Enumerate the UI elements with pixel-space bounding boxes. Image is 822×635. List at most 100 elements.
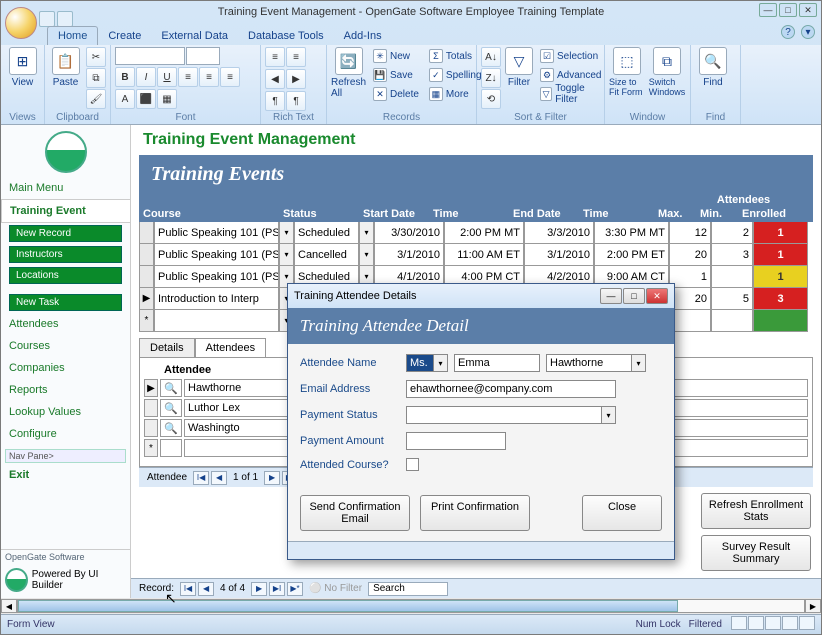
sidebar-item-reports[interactable]: Reports	[1, 379, 130, 401]
minimize-button[interactable]: —	[759, 3, 777, 17]
table-row[interactable]: Public Speaking 101 (PS1▾Cancelled▾3/1/2…	[139, 244, 813, 266]
table-row[interactable]: Public Speaking 101 (PS1▾Scheduled▾3/30/…	[139, 222, 813, 244]
col-enrolled[interactable]: Enrolled	[738, 206, 793, 222]
delete-record-button[interactable]: ✕Delete	[370, 85, 422, 103]
sidebar-item-courses[interactable]: Courses	[1, 335, 130, 357]
nav-next-icon[interactable]: ▶	[251, 582, 267, 596]
col-end[interactable]: End Date	[509, 206, 579, 222]
email-field[interactable]	[406, 380, 616, 398]
fill-color-icon[interactable]: ⬛	[136, 89, 156, 109]
nav-prev-icon[interactable]: ◀	[211, 471, 227, 485]
dropdown-icon[interactable]: ▾	[434, 354, 448, 372]
sidebar-item-companies[interactable]: Companies	[1, 357, 130, 379]
nav-new-icon[interactable]: ▶*	[287, 582, 303, 596]
nav-first-icon[interactable]: I◀	[193, 471, 209, 485]
col-time2[interactable]: Time	[579, 206, 654, 222]
refresh-all-button[interactable]: 🔄Refresh All	[331, 47, 366, 99]
sidebar-btn-instructors[interactable]: Instructors	[9, 246, 122, 263]
new-record-button[interactable]: ✳New	[370, 47, 422, 65]
sidebar-btn-locations[interactable]: Locations	[9, 267, 122, 284]
italic-icon[interactable]: I	[136, 67, 156, 87]
col-max[interactable]: Max.	[654, 206, 696, 222]
find-button[interactable]: 🔍Find	[695, 47, 731, 88]
close-button[interactable]: ✕	[799, 3, 817, 17]
col-time1[interactable]: Time	[429, 206, 509, 222]
toggle-filter-button[interactable]: ▽Toggle Filter	[537, 85, 604, 103]
firstname-field[interactable]	[454, 354, 540, 372]
ribbon-minimize-icon[interactable]: ▾	[801, 25, 815, 39]
sidebar-btn-newtask[interactable]: New Task	[9, 294, 122, 311]
payment-status-field[interactable]	[406, 406, 602, 424]
sidebar-item-trainingevent[interactable]: Training Event	[1, 199, 130, 223]
col-start[interactable]: Start Date	[359, 206, 429, 222]
sidebar-item-configure[interactable]: Configure	[1, 423, 130, 445]
tab-create[interactable]: Create	[98, 27, 151, 45]
subtab-attendees[interactable]: Attendees	[195, 338, 267, 357]
dialog-close-btn[interactable]: Close	[582, 495, 662, 531]
dropdown-icon[interactable]: ▾	[632, 354, 646, 372]
subtab-details[interactable]: Details	[139, 338, 195, 357]
tab-external-data[interactable]: External Data	[151, 27, 238, 45]
tab-home[interactable]: Home	[47, 26, 98, 45]
sidebar-exit[interactable]: Exit	[1, 465, 130, 485]
font-color-icon[interactable]: A	[115, 89, 135, 109]
attended-checkbox[interactable]	[406, 458, 419, 471]
dropdown-icon[interactable]: ▾	[602, 406, 616, 424]
nav-last-icon[interactable]: ▶I	[269, 582, 285, 596]
paste-button[interactable]: 📋Paste	[49, 47, 82, 88]
col-status[interactable]: Status	[279, 206, 359, 222]
filter-button[interactable]: ▽Filter	[505, 47, 533, 88]
underline-icon[interactable]: U	[157, 67, 177, 87]
outer-search-input[interactable]: Search	[368, 582, 448, 596]
bold-icon[interactable]: B	[115, 67, 135, 87]
cut-icon[interactable]: ✂	[86, 47, 106, 67]
col-course[interactable]: Course	[139, 206, 279, 222]
spelling-button[interactable]: ✓Spelling	[426, 66, 485, 84]
sort-asc-icon[interactable]: A↓	[481, 47, 501, 67]
advanced-button[interactable]: ⚙Advanced	[537, 66, 604, 84]
tab-addins[interactable]: Add-Ins	[334, 27, 392, 45]
navpane-toggle[interactable]: Nav Pane>	[5, 449, 126, 463]
nav-first-icon[interactable]: I◀	[180, 582, 196, 596]
payment-amount-field[interactable]	[406, 432, 506, 450]
sidebar-item-mainmenu[interactable]: Main Menu	[1, 177, 130, 199]
refresh-enrollment-button[interactable]: Refresh Enrollment Stats	[701, 493, 811, 529]
numbering-icon[interactable]: ≡	[286, 47, 306, 67]
align-right-icon[interactable]: ≡	[220, 67, 240, 87]
nav-prev-icon[interactable]: ◀	[198, 582, 214, 596]
inc-indent-icon[interactable]: ▶	[286, 69, 306, 89]
size-to-fit-button[interactable]: ⬚Size to Fit Form	[609, 47, 645, 97]
rtl-icon[interactable]: ¶	[286, 91, 306, 111]
view-button[interactable]: ⊞View	[5, 47, 40, 88]
font-select[interactable]	[115, 47, 185, 65]
scrollbar-thumb[interactable]	[18, 600, 678, 612]
sidebar-item-attendees[interactable]: Attendees	[1, 313, 130, 335]
align-left-icon[interactable]: ≡	[178, 67, 198, 87]
sort-desc-icon[interactable]: Z↓	[481, 68, 501, 88]
bullets-icon[interactable]: ≡	[265, 47, 285, 67]
save-record-button[interactable]: 💾Save	[370, 66, 422, 84]
switch-windows-button[interactable]: ⧉Switch Windows	[649, 47, 685, 97]
selection-button[interactable]: ☑Selection	[537, 47, 604, 65]
fontsize-select[interactable]	[186, 47, 220, 65]
dialog-minimize-button[interactable]: —	[600, 288, 622, 304]
help-icon[interactable]: ?	[781, 25, 795, 39]
view-buttons[interactable]	[730, 616, 815, 633]
copy-icon[interactable]: ⧉	[86, 68, 106, 88]
more-button[interactable]: ▦More	[426, 85, 485, 103]
send-confirmation-button[interactable]: Send Confirmation Email	[300, 495, 410, 531]
align-center-icon[interactable]: ≡	[199, 67, 219, 87]
format-painter-icon[interactable]: 🖌	[86, 89, 106, 109]
horizontal-scrollbar[interactable]: ◀ ▶	[1, 598, 821, 614]
tab-database-tools[interactable]: Database Tools	[238, 27, 334, 45]
gridlines-icon[interactable]: ▦	[157, 89, 177, 109]
print-confirmation-button[interactable]: Print Confirmation	[420, 495, 530, 531]
lastname-field[interactable]	[546, 354, 632, 372]
maximize-button[interactable]: □	[779, 3, 797, 17]
clear-sort-icon[interactable]: ⟲	[481, 89, 501, 109]
dec-indent-icon[interactable]: ◀	[265, 69, 285, 89]
col-min[interactable]: Min.	[696, 206, 738, 222]
ltr-icon[interactable]: ¶	[265, 91, 285, 111]
nav-next-icon[interactable]: ▶	[264, 471, 280, 485]
survey-result-button[interactable]: Survey Result Summary	[701, 535, 811, 571]
